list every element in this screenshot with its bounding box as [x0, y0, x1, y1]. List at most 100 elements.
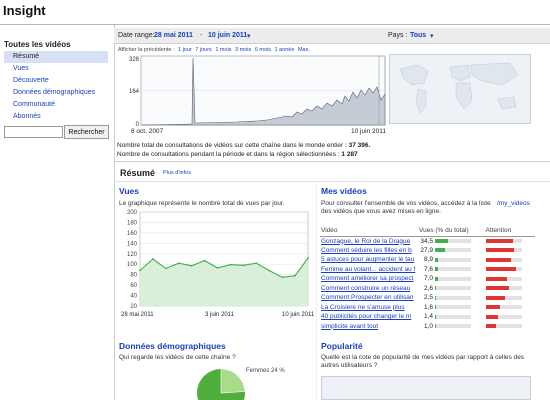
country-dropdown-icon[interactable]: ▾ [430, 32, 434, 40]
period-6-months[interactable]: 6 mois [255, 47, 271, 53]
col-video[interactable]: Vidéo [320, 226, 418, 237]
overview-ytick: 328 [129, 57, 140, 63]
world-map[interactable] [389, 54, 531, 124]
my-videos-title[interactable]: Mes vidéos [321, 186, 367, 196]
attention-bar-cell [485, 284, 536, 294]
attention-bar-fill [485, 286, 509, 291]
sidebar-item-decouverte[interactable]: Découverte [0, 75, 112, 87]
video-title-link[interactable]: 40 publicités pour changer le m [320, 312, 418, 322]
period-max[interactable]: Max. [298, 47, 310, 53]
attention-bar-cell [485, 293, 536, 303]
views-bar [435, 248, 471, 253]
col-attention[interactable]: Attention [484, 226, 535, 237]
attention-bar [485, 295, 522, 300]
attention-bar [485, 239, 522, 243]
views-point[interactable] [177, 262, 180, 265]
table-row: Comment améliorer sa prospect 7,0 [320, 274, 535, 284]
views-point[interactable] [307, 257, 309, 259]
views-bar-fill [435, 248, 446, 253]
views-bar-fill [435, 324, 437, 329]
video-title-link[interactable]: Comment Prospecter en utilisan [320, 293, 418, 303]
popularity-map[interactable] [321, 376, 531, 400]
videos-table-body: Gonzague, le Roi de la Drague 34,5 Comment… [320, 236, 535, 331]
date-range-separator: - [200, 32, 203, 39]
date-range-start[interactable]: 28 mai 2011 [154, 32, 193, 39]
video-title-link[interactable]: Comment améliorer sa prospect [320, 274, 418, 284]
attention-bar [485, 267, 522, 272]
views-bar-cell [434, 284, 485, 294]
video-title-link[interactable]: La Croisiere ne s'amuse plus [320, 303, 418, 313]
views-bar [435, 305, 471, 310]
video-title-link[interactable]: Comment construire un réseau [320, 284, 418, 294]
table-row: Comment Prospecter en utilisan 2,5 [320, 293, 535, 303]
header-divider [0, 24, 550, 25]
period-1-day[interactable]: 1 jour [178, 47, 192, 53]
summary-divider [114, 181, 550, 182]
views-point[interactable] [294, 274, 296, 277]
total-views-value: 37 396. [348, 142, 371, 149]
videos-table-header: Vidéo Vues (% du total) Attention [320, 226, 535, 237]
app-title: Insight [3, 3, 46, 18]
views-point[interactable] [164, 267, 167, 270]
views-bar-cell [434, 322, 485, 332]
period-7-days[interactable]: 7 jours [195, 47, 212, 53]
period-1-year[interactable]: 1 année [275, 47, 295, 53]
views-title[interactable]: Vues [119, 186, 139, 196]
sidebar-item-subscribers[interactable]: Abonnés [0, 111, 112, 123]
views-bar-cell [434, 312, 485, 322]
video-title-link[interactable]: Gonzague, le Roi de la Drague [320, 236, 418, 246]
search-input[interactable] [4, 126, 63, 138]
views-point[interactable] [268, 269, 271, 272]
views-point[interactable] [203, 259, 206, 262]
views-point[interactable] [152, 258, 154, 260]
video-title-link[interactable]: Comment séduire les filles en b [320, 246, 418, 256]
col-views[interactable]: Vues (% du total) [418, 226, 485, 237]
views-point[interactable] [281, 276, 284, 279]
period-1-month[interactable]: 1 mois [215, 47, 231, 53]
views-point[interactable] [229, 263, 232, 266]
sidebar-item-resume[interactable]: Résumé [4, 51, 108, 63]
country-select[interactable]: Tous [410, 32, 426, 39]
demographics-title[interactable]: Données démographiques [119, 341, 226, 351]
demographics-description: Qui regarde les vidéos de cette chaîne ? [119, 354, 236, 361]
video-title-link[interactable]: simplicite avant tout [320, 322, 418, 332]
views-bar-fill [435, 286, 437, 291]
date-range-dropdown-icon[interactable]: ▾ [247, 32, 251, 40]
views-bar [435, 257, 471, 262]
views-bar-cell [434, 274, 485, 284]
views-point[interactable] [190, 264, 193, 267]
summary-more-link[interactable]: Plus d'infos [163, 170, 191, 176]
table-row: Comment séduire les filles en b 27,9 [320, 246, 535, 256]
sidebar-item-demographics[interactable]: Données démographiques [0, 87, 112, 99]
sidebar-divider [114, 25, 115, 400]
views-ytick: 200 [127, 210, 138, 216]
video-views-pct: 2,6 [423, 284, 433, 292]
sidebar-item-vues[interactable]: Vues [0, 63, 112, 75]
table-row: Gonzague, le Roi de la Drague 34,5 [320, 236, 535, 246]
previous-period-label: Afficher la précédente : [118, 47, 175, 53]
popularity-title[interactable]: Popularité [321, 341, 363, 351]
views-point[interactable] [242, 264, 245, 267]
pie-label-female: Femmes 24 % [246, 368, 285, 374]
views-x-label: 10 juin 2011 [282, 312, 315, 318]
period-3-months[interactable]: 3 mois [235, 47, 251, 53]
attention-bar-cell [485, 236, 536, 246]
views-point[interactable] [139, 269, 141, 272]
views-bar-cell [434, 255, 485, 265]
attention-bar [485, 324, 522, 329]
attention-bar-fill [485, 267, 517, 272]
attention-bar-fill [485, 295, 506, 300]
video-title-link[interactable]: 5 astuces pour augmenter le tau [320, 255, 418, 265]
search-button[interactable]: Rechercher [64, 125, 109, 139]
video-title-link[interactable]: Femme au volant... accident au f [320, 265, 418, 275]
views-point[interactable] [255, 262, 258, 265]
overview-chart[interactable]: 328 164 0 [117, 54, 387, 128]
my-videos-link[interactable]: /my_videos [497, 200, 530, 207]
sidebar-item-community[interactable]: Communauté [0, 99, 112, 111]
attention-bar [485, 305, 522, 310]
videos-table: Vidéo Vues (% du total) Attention Gonzag… [320, 226, 535, 331]
views-ytick: 120 [127, 252, 138, 258]
overview-ytick: 164 [129, 89, 140, 95]
date-range-end[interactable]: 10 juin 2011 [208, 32, 247, 39]
views-point[interactable] [216, 266, 219, 269]
